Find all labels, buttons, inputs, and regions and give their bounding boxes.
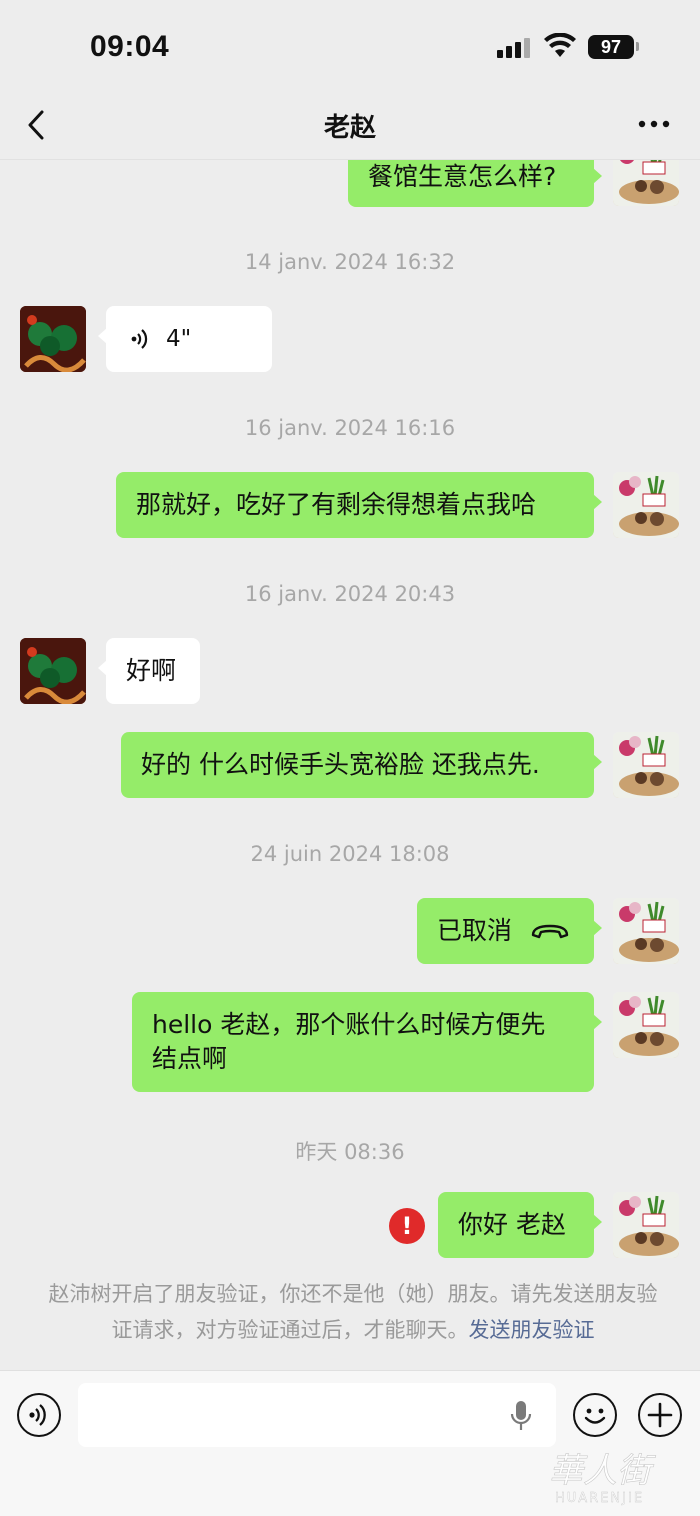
timestamp: 16 janv. 2024 16:16 [244, 416, 456, 440]
my-avatar[interactable] [613, 992, 679, 1058]
my-avatar[interactable] [613, 160, 679, 206]
timestamp: 昨天 08:36 [295, 1140, 405, 1164]
wifi-icon [544, 33, 576, 57]
message-text: 你好 老赵 [458, 1210, 566, 1239]
message-text: 那就好，吃好了有剩余得想着点我哈 [136, 490, 537, 519]
more-icon[interactable] [636, 110, 672, 138]
cellular-signal-icon [497, 36, 533, 58]
battery-nub [636, 42, 639, 51]
message-bubble[interactable]: hello 老赵，那个账什么时候方便先 结点啊 [132, 992, 602, 1092]
message-bubble[interactable]: 你好 老赵 [438, 1192, 602, 1258]
message-text: 餐馆生意怎么样? [368, 161, 557, 191]
friend-verification-notice: 赵沛树开启了朋友验证，你还不是他（她）朋友。请先发送朋友验证请求，对方验证通过后… [48, 1276, 658, 1348]
status-bar: 09:04 97 [0, 0, 700, 90]
emoji-button[interactable] [573, 1393, 617, 1437]
timestamp: 24 juin 2024 18:08 [250, 842, 450, 866]
my-avatar[interactable] [613, 1192, 679, 1258]
hangup-icon [531, 924, 569, 939]
timestamp: 14 janv. 2024 16:32 [244, 250, 456, 274]
my-avatar[interactable] [613, 732, 679, 798]
call-status-text: 已取消 [437, 916, 513, 945]
plus-icon [647, 1402, 673, 1428]
message-bubble[interactable]: 那就好，吃好了有剩余得想着点我哈 [116, 472, 602, 538]
message-bubble[interactable]: 餐馆生意怎么样? [348, 160, 602, 207]
message-input[interactable] [78, 1383, 556, 1447]
voice-message-bubble[interactable]: 4" [98, 306, 272, 372]
call-record-bubble[interactable]: 已取消 [417, 898, 602, 964]
svg-text:HUARENJIE: HUARENJIE [555, 1491, 644, 1506]
emoji-icon [584, 1408, 606, 1424]
message-bubble[interactable]: 好的 什么时候手头宽裕脸 还我点先. [121, 732, 602, 798]
message-bubble[interactable]: 好啊 [98, 638, 200, 704]
my-avatar[interactable] [613, 472, 679, 538]
timestamp: 16 janv. 2024 20:43 [244, 582, 456, 606]
message-text-line: 结点啊 [152, 1044, 228, 1073]
send-verification-link[interactable]: 发送朋友验证 [469, 1318, 595, 1342]
error-icon[interactable]: ! [389, 1208, 425, 1244]
clock: 09:04 [90, 30, 170, 63]
message-text-line: hello 老赵，那个账什么时候方便先 [152, 1010, 546, 1039]
message-text: 好的 什么时候手头宽裕脸 还我点先. [141, 750, 540, 779]
voice-mode-icon [29, 1404, 46, 1426]
svg-text:華人街: 華人街 [549, 1451, 656, 1491]
watermark-logo: 華人街 HUARENJIE [549, 1451, 657, 1506]
my-avatar[interactable] [613, 898, 679, 964]
voice-mode-button[interactable] [17, 1393, 61, 1437]
message-text: 好啊 [126, 656, 177, 685]
contact-avatar[interactable] [20, 638, 86, 704]
battery-level: 97 [588, 35, 634, 59]
mic-icon[interactable] [508, 1399, 534, 1433]
chat-title: 老赵 [323, 113, 376, 143]
voice-wave-icon [131, 329, 148, 349]
chat-header: 老赵 [0, 90, 700, 160]
contact-avatar[interactable] [20, 306, 86, 372]
voice-duration: 4" [166, 326, 192, 352]
message-list[interactable]: 餐馆生意怎么样? 14 janv. 2024 16:32 4" 16 janv.… [0, 160, 700, 1370]
more-actions-button[interactable] [638, 1393, 682, 1437]
